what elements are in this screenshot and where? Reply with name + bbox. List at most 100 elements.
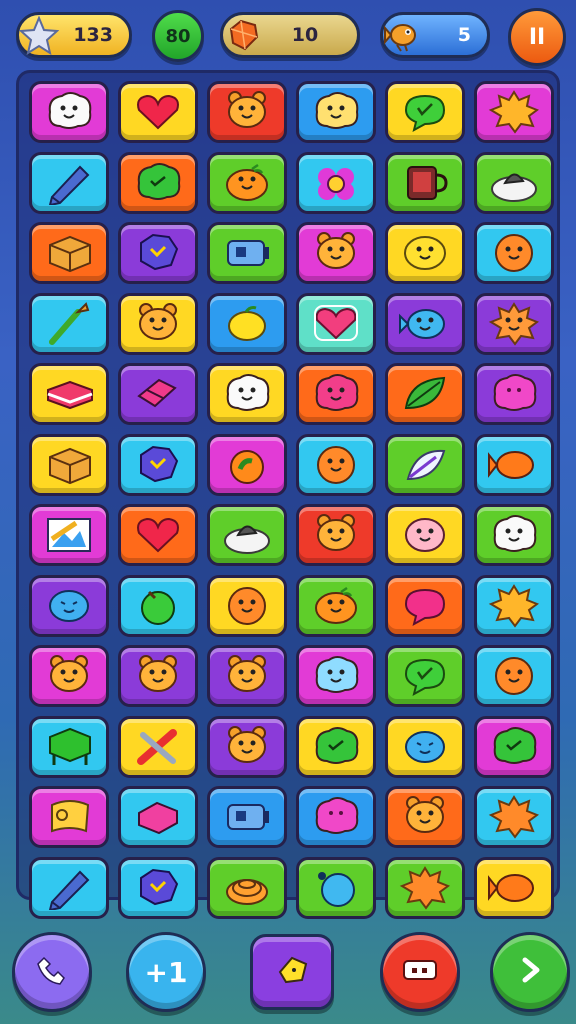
tile-cloud-face[interactable]	[474, 504, 554, 566]
tile-green-blob[interactable]	[296, 715, 376, 778]
tile-bear-face[interactable]	[296, 504, 376, 566]
tile-splat-face-pink[interactable]	[296, 363, 376, 425]
tile-fish-orange[interactable]	[474, 856, 554, 919]
tile-splat-orange[interactable]	[474, 786, 554, 848]
next-button[interactable]	[490, 932, 570, 1012]
tile-pink-blob[interactable]	[474, 363, 554, 425]
tile-scroll[interactable]	[29, 786, 109, 848]
tile-mug[interactable]	[385, 151, 465, 214]
tile-bear-face[interactable]	[118, 292, 198, 355]
splat-orange-icon	[396, 862, 454, 914]
tile-battery[interactable]	[207, 222, 287, 284]
tile-battery[interactable]	[207, 786, 287, 848]
speech-pink-icon	[396, 580, 454, 632]
tile-splat-face[interactable]	[474, 292, 554, 355]
apple-icon	[218, 439, 276, 491]
tile-orange-face[interactable]	[207, 574, 287, 637]
tile-cloud-face[interactable]	[29, 81, 109, 143]
tile-dish[interactable]	[474, 151, 554, 214]
tile-speech-pink[interactable]	[385, 574, 465, 637]
scroll-icon	[40, 791, 98, 843]
fish-counter[interactable]: 5	[380, 12, 490, 58]
tools-icon	[129, 721, 187, 773]
tile-blue-face[interactable]	[29, 574, 109, 637]
orange-face-icon	[485, 227, 543, 279]
cloud-face-icon	[218, 368, 276, 420]
tile-blue-blob[interactable]	[118, 856, 198, 919]
tile-cloud-face-blue[interactable]	[296, 645, 376, 707]
tile-bear-face[interactable]	[296, 222, 376, 284]
tile-box[interactable]	[29, 433, 109, 496]
blue-face-icon	[396, 721, 454, 773]
phone-button[interactable]	[12, 932, 92, 1012]
tile-orange-fruit[interactable]	[207, 151, 287, 214]
tile-blue-ball[interactable]	[296, 856, 376, 919]
tile-orange-fruit[interactable]	[296, 574, 376, 637]
tile-lemon-face[interactable]	[385, 222, 465, 284]
tile-apple[interactable]	[207, 433, 287, 496]
tile-heart[interactable]	[118, 81, 198, 143]
tile-lemon[interactable]	[207, 292, 287, 355]
cloud-face-blue-icon	[307, 650, 365, 702]
green-blob-icon	[485, 721, 543, 773]
tile-blue-blob[interactable]	[118, 222, 198, 284]
tile-blue-blob[interactable]	[118, 433, 198, 496]
tile-heart-pink[interactable]	[296, 292, 376, 355]
tile-pencil[interactable]	[29, 151, 109, 214]
picture-icon	[40, 509, 98, 561]
tile-splat[interactable]	[474, 81, 554, 143]
tile-coil[interactable]	[207, 856, 287, 919]
blue-face-icon	[40, 580, 98, 632]
tile-bear-face[interactable]	[207, 715, 287, 778]
tile-flower[interactable]	[296, 151, 376, 214]
stars-counter[interactable]: 133	[16, 12, 132, 58]
tile-eraser-pink[interactable]	[118, 786, 198, 848]
tile-bear-face[interactable]	[207, 645, 287, 707]
tile-orange-face[interactable]	[474, 645, 554, 707]
star-icon	[17, 13, 61, 57]
tile-cloud-face-yellow[interactable]	[296, 81, 376, 143]
tile-pig-face[interactable]	[385, 504, 465, 566]
tile-bear-face[interactable]	[207, 81, 287, 143]
tile-bear-face[interactable]	[118, 645, 198, 707]
tile-box[interactable]	[29, 222, 109, 284]
tile-splat-orange[interactable]	[385, 856, 465, 919]
tile-bear-face[interactable]	[385, 786, 465, 848]
tile-blue-face[interactable]	[385, 715, 465, 778]
plus-one-button[interactable]: +1	[126, 932, 206, 1012]
pink-blob-icon	[485, 368, 543, 420]
tile-green-blob[interactable]	[118, 151, 198, 214]
tile-tools[interactable]	[118, 715, 198, 778]
tile-dish[interactable]	[207, 504, 287, 566]
tile-book[interactable]	[29, 363, 109, 425]
tile-splat[interactable]	[474, 574, 554, 637]
tile-green-box[interactable]	[29, 715, 109, 778]
orange-face-icon	[307, 439, 365, 491]
tile-bear-face[interactable]	[29, 645, 109, 707]
gems-counter[interactable]: 10	[220, 12, 360, 58]
tile-picture[interactable]	[29, 504, 109, 566]
tile-brush[interactable]	[29, 292, 109, 355]
tile-fish-blob[interactable]	[385, 292, 465, 355]
tile-eraser[interactable]	[118, 363, 198, 425]
bear-face-icon	[307, 509, 365, 561]
tile-orange-face[interactable]	[296, 433, 376, 496]
hint-button[interactable]	[250, 934, 334, 1010]
tile-feather[interactable]	[385, 433, 465, 496]
plus-one-icon: +1	[144, 955, 188, 989]
tile-fish-orange[interactable]	[474, 433, 554, 496]
bear-face-icon	[40, 650, 98, 702]
tile-leaf[interactable]	[385, 363, 465, 425]
pause-button[interactable]: II	[508, 8, 566, 66]
tile-speech-bubble[interactable]	[385, 81, 465, 143]
tile-pink-blob[interactable]	[296, 786, 376, 848]
tile-green-blob[interactable]	[474, 715, 554, 778]
tile-cloud-face[interactable]	[207, 363, 287, 425]
ticket-button[interactable]	[380, 932, 460, 1012]
tile-green-ball[interactable]	[118, 574, 198, 637]
tile-speech-bubble[interactable]	[385, 645, 465, 707]
tile-pencil[interactable]	[29, 856, 109, 919]
splat-icon	[485, 86, 543, 138]
tile-heart[interactable]	[118, 504, 198, 566]
tile-orange-face[interactable]	[474, 222, 554, 284]
